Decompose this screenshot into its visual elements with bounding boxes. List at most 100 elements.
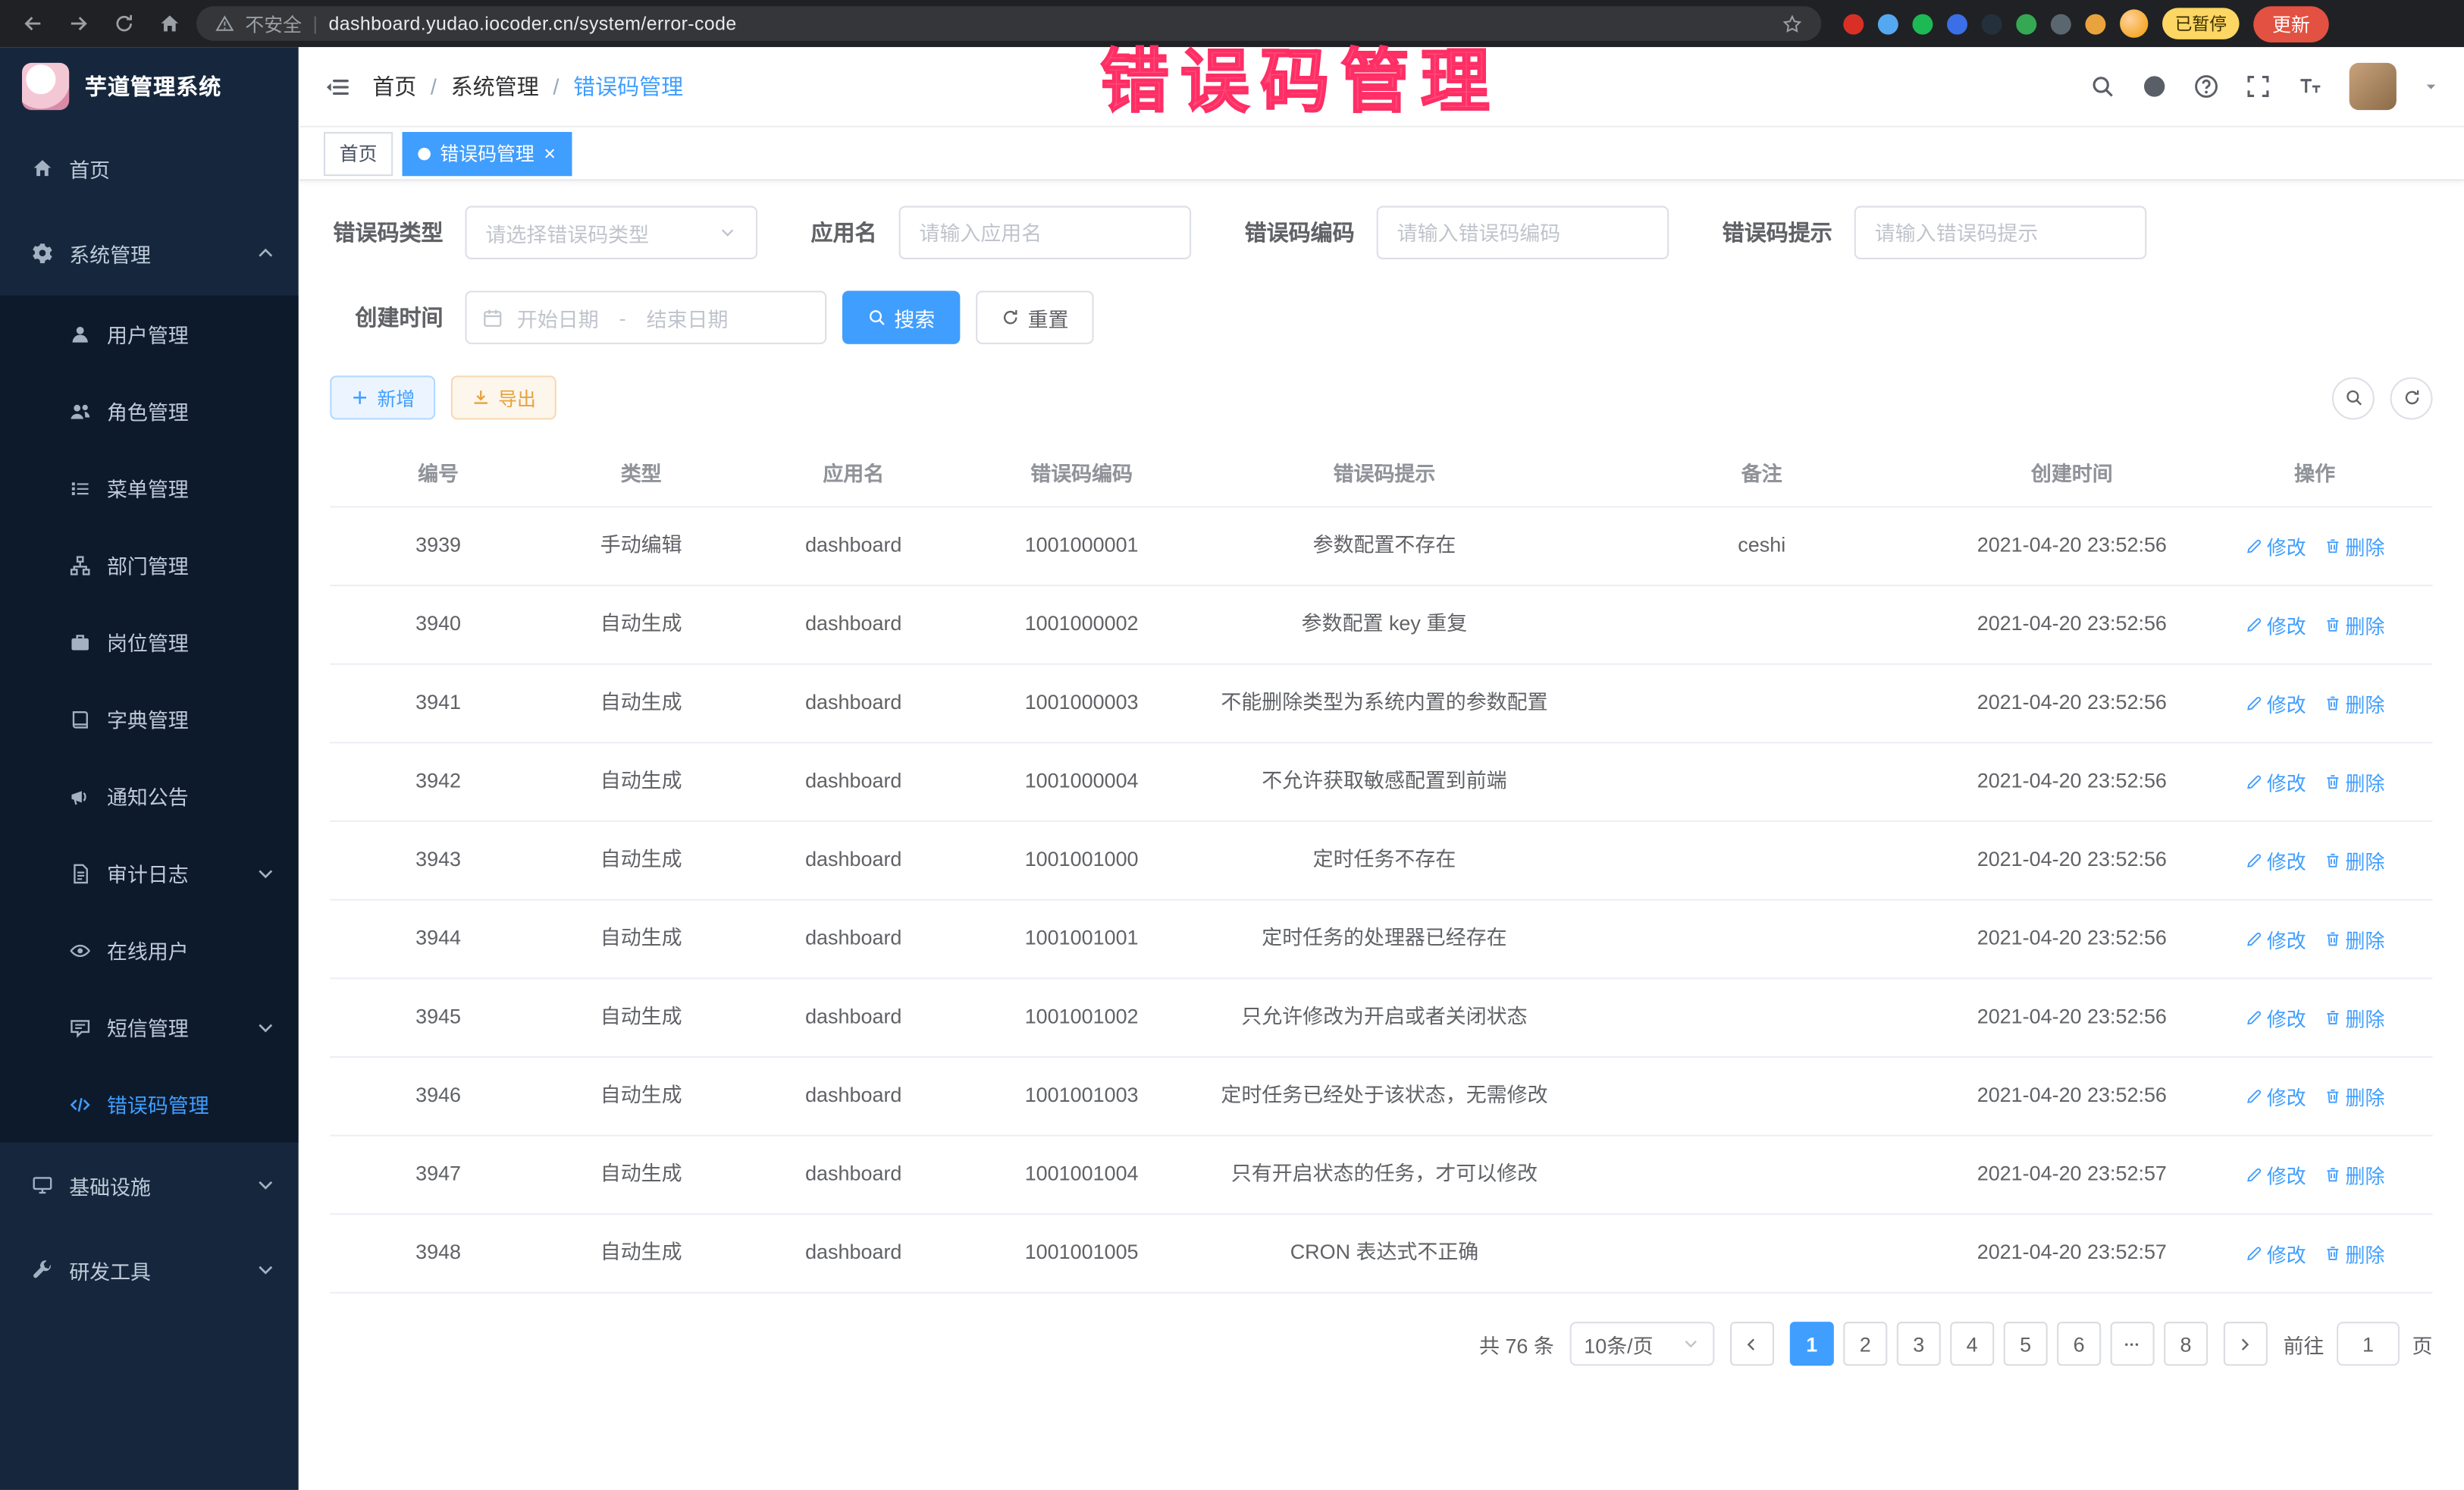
page-button-3[interactable]: 3 — [1897, 1322, 1941, 1366]
tab-label: 错误码管理 — [440, 140, 534, 166]
error-code-input[interactable] — [1377, 206, 1669, 259]
sidebar-item-role[interactable]: 角色管理 — [0, 372, 299, 450]
address-bar[interactable]: 不安全 | dashboard.yudao.iocoder.cn/system/… — [196, 6, 1821, 41]
edit-link[interactable]: 修改 — [2245, 610, 2306, 639]
prev-page-button[interactable] — [1730, 1322, 1774, 1366]
edit-link[interactable]: 修改 — [2245, 1160, 2306, 1190]
extension-icon[interactable] — [1912, 14, 1933, 34]
extension-icon[interactable] — [1878, 14, 1898, 34]
app-name-input[interactable] — [899, 206, 1192, 259]
sidebar-item-dept[interactable]: 部门管理 — [0, 526, 299, 604]
error-hint-input[interactable] — [1854, 206, 2147, 259]
extension-icon[interactable] — [1982, 14, 2002, 34]
export-button[interactable]: 导出 — [451, 375, 556, 419]
edit-link[interactable]: 修改 — [2245, 1238, 2306, 1268]
browser-home-icon[interactable] — [158, 13, 180, 35]
edit-link[interactable]: 修改 — [2245, 845, 2306, 875]
page-button-1[interactable]: 1 — [1790, 1322, 1834, 1366]
table-row: 3940自动生成dashboard1001000002参数配置 key 重复20… — [330, 586, 2432, 665]
delete-link[interactable]: 删除 — [2324, 767, 2385, 796]
date-range-picker[interactable]: 开始日期 - 结束日期 — [466, 290, 827, 343]
error-type-select[interactable]: 请选择错误码类型 — [466, 206, 758, 259]
sidebar-item-menu[interactable]: 菜单管理 — [0, 450, 299, 527]
tab-home[interactable]: 首页 — [324, 131, 393, 175]
browser-profile-avatar[interactable] — [2120, 9, 2148, 37]
fullscreen-icon[interactable] — [2246, 74, 2271, 99]
sidebar-item-system[interactable]: 系统管理 — [0, 211, 299, 296]
bookmark-star-icon[interactable] — [1782, 14, 1802, 34]
add-button[interactable]: 新增 — [330, 375, 435, 419]
extension-icon[interactable] — [2051, 14, 2071, 34]
user-avatar[interactable] — [2350, 63, 2397, 110]
column-header: 错误码编码 — [971, 438, 1192, 506]
header-search-icon[interactable] — [2090, 74, 2115, 99]
trash-icon — [2324, 773, 2341, 791]
extension-icon[interactable] — [2085, 14, 2105, 34]
more-pages-button[interactable] — [2111, 1322, 2155, 1366]
edit-link[interactable]: 修改 — [2245, 1002, 2306, 1032]
delete-link[interactable]: 删除 — [2324, 1081, 2385, 1111]
sidebar-item-sms[interactable]: 短信管理 — [0, 989, 299, 1066]
column-header: 创建时间 — [1947, 438, 2197, 506]
next-page-button[interactable] — [2224, 1322, 2268, 1366]
delete-link[interactable]: 删除 — [2324, 689, 2385, 718]
goto-page-input[interactable] — [2337, 1322, 2400, 1366]
cell-hint: CRON 表达式不正确 — [1192, 1216, 1576, 1291]
delete-link[interactable]: 删除 — [2324, 1160, 2385, 1190]
tab-error-code[interactable]: 错误码管理 × — [403, 131, 572, 175]
page-button-8[interactable]: 8 — [2164, 1322, 2208, 1366]
delete-link[interactable]: 删除 — [2324, 532, 2385, 561]
browser-back-icon[interactable] — [22, 13, 44, 35]
active-dot — [418, 147, 431, 160]
sidebar-item-infra[interactable]: 基础设施 — [0, 1143, 299, 1228]
delete-link[interactable]: 删除 — [2324, 1002, 2385, 1032]
breadcrumb-item[interactable]: 系统管理 — [451, 71, 539, 102]
breadcrumb-item[interactable]: 首页 — [372, 71, 416, 102]
browser-reload-icon[interactable] — [113, 13, 135, 35]
browser-update-button[interactable]: 更新 — [2253, 5, 2329, 42]
edit-link[interactable]: 修改 — [2245, 689, 2306, 718]
sidebar-item-post[interactable]: 岗位管理 — [0, 604, 299, 681]
delete-link[interactable]: 删除 — [2324, 845, 2385, 875]
cell-id: 3947 — [330, 1137, 547, 1212]
page-size-select[interactable]: 10条/页 — [1570, 1322, 1715, 1366]
delete-link[interactable]: 删除 — [2324, 1238, 2385, 1268]
edit-link[interactable]: 修改 — [2245, 767, 2306, 796]
extension-icon[interactable] — [2016, 14, 2036, 34]
sidebar-toggle-icon[interactable] — [324, 73, 350, 99]
extension-icon[interactable] — [1947, 14, 1967, 34]
sidebar-item-online-user[interactable]: 在线用户 — [0, 911, 299, 989]
page-button-6[interactable]: 6 — [2057, 1322, 2101, 1366]
github-icon[interactable] — [2142, 74, 2167, 99]
page-button-2[interactable]: 2 — [1843, 1322, 1887, 1366]
search-icon — [2343, 388, 2362, 407]
cell-code: 1001001000 — [971, 823, 1192, 899]
cell-time: 2021-04-20 23:52:56 — [1947, 508, 2197, 584]
page-button-5[interactable]: 5 — [2004, 1322, 2048, 1366]
refresh-table-button[interactable] — [2390, 376, 2433, 419]
reset-button[interactable]: 重置 — [976, 290, 1093, 343]
font-size-icon[interactable] — [2297, 74, 2322, 99]
delete-link[interactable]: 删除 — [2324, 610, 2385, 639]
sidebar-item-dev-tools[interactable]: 研发工具 — [0, 1228, 299, 1313]
sidebar-item-dict[interactable]: 字典管理 — [0, 680, 299, 758]
delete-link[interactable]: 删除 — [2324, 924, 2385, 954]
browser-forward-icon[interactable] — [67, 13, 89, 35]
cell-time: 2021-04-20 23:52:56 — [1947, 587, 2197, 663]
sidebar-item-error-code[interactable]: 错误码管理 — [0, 1065, 299, 1143]
edit-link[interactable]: 修改 — [2245, 924, 2306, 954]
sidebar-item-audit-log[interactable]: 审计日志 — [0, 835, 299, 912]
help-icon[interactable] — [2193, 74, 2218, 99]
toggle-search-button[interactable] — [2332, 376, 2375, 419]
sidebar-item-notice[interactable]: 通知公告 — [0, 758, 299, 835]
page-button-4[interactable]: 4 — [1950, 1322, 1994, 1366]
close-icon[interactable]: × — [544, 143, 556, 164]
edit-link[interactable]: 修改 — [2245, 1081, 2306, 1111]
sidebar-item-home[interactable]: 首页 — [0, 126, 299, 211]
avatar-caret-icon[interactable] — [2423, 79, 2439, 95]
cell-time: 2021-04-20 23:52:57 — [1947, 1216, 2197, 1291]
sidebar-item-user[interactable]: 用户管理 — [0, 296, 299, 373]
extension-icon[interactable] — [1843, 14, 1864, 34]
edit-link[interactable]: 修改 — [2245, 532, 2306, 561]
search-button[interactable]: 搜索 — [842, 290, 960, 343]
